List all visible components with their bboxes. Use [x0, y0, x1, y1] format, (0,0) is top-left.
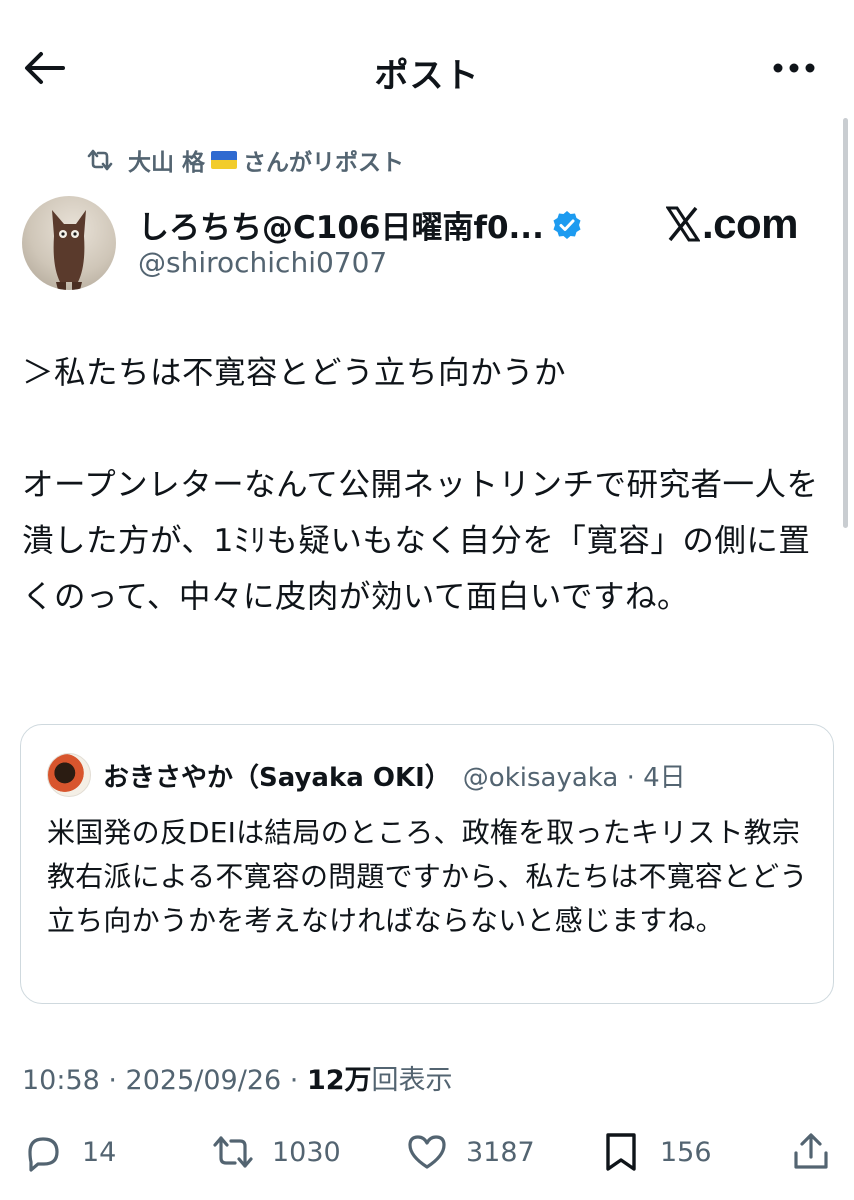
- like-icon: [408, 1135, 446, 1169]
- reposter-name[interactable]: 大山 格: [128, 143, 205, 177]
- bookmark-button[interactable]: 156: [600, 1120, 712, 1184]
- timestamp[interactable]: 10:58 · 2025/09/26 ·: [22, 1065, 307, 1096]
- bookmark-count: 156: [660, 1136, 712, 1168]
- repost-context[interactable]: 大山 格 さんがリポスト: [86, 142, 404, 178]
- watermark-text: com: [713, 200, 799, 247]
- scrollbar[interactable]: [843, 118, 848, 528]
- avatar-figure: [52, 210, 86, 290]
- x-com-watermark: . com: [666, 200, 799, 248]
- ukraine-flag-icon: [211, 151, 238, 169]
- quote-meta: @okisayaka · 4日: [462, 762, 686, 793]
- author-handle[interactable]: @shirochichi0707: [138, 246, 387, 279]
- share-button[interactable]: [790, 1120, 850, 1184]
- author-name-text[interactable]: しろちち@C106日曜南f0...: [138, 202, 544, 247]
- like-count: 3187: [466, 1136, 535, 1168]
- quote-author-name[interactable]: おきさやか（Sayaka OKI）: [103, 757, 451, 794]
- reply-icon: [28, 1137, 59, 1172]
- page-title: ポスト: [374, 56, 480, 96]
- verified-badge-icon: [553, 210, 581, 239]
- view-label: 回表示: [371, 1065, 453, 1096]
- top-bar: ポスト: [0, 0, 854, 130]
- more-button[interactable]: [768, 48, 820, 88]
- tweet-text: ＞私たちは不寛容とどう立ち向かうか オープンレターなんて公開ネットリンチで研究者…: [22, 355, 819, 615]
- repost-button[interactable]: 1030: [212, 1120, 341, 1184]
- x-logo-icon: [666, 206, 700, 242]
- author-name[interactable]: しろちち@C106日曜南f0...: [138, 202, 582, 247]
- like-button[interactable]: 3187: [406, 1120, 535, 1184]
- reply-count: 14: [82, 1136, 117, 1168]
- repost-count: 1030: [272, 1136, 341, 1168]
- quote-avatar[interactable]: [47, 753, 91, 797]
- bookmark-icon: [606, 1133, 636, 1171]
- reply-button[interactable]: 14: [22, 1120, 116, 1184]
- repost-icon: [213, 1136, 253, 1168]
- quote-header: おきさやか（Sayaka OKI） @okisayaka · 4日: [47, 753, 686, 797]
- share-icon: [794, 1133, 828, 1169]
- tweet-meta: 10:58 · 2025/09/26 · 12万回表示: [22, 1058, 453, 1097]
- action-bar: 14 1030 3187 156: [0, 1120, 854, 1184]
- repost-icon: [87, 149, 113, 171]
- quoted-tweet[interactable]: おきさやか（Sayaka OKI） @okisayaka · 4日 米国発の反D…: [20, 724, 834, 1004]
- avatar[interactable]: [22, 196, 116, 290]
- repost-suffix: さんがリポスト: [243, 150, 405, 176]
- more-icon: [773, 63, 815, 73]
- quote-text: 米国発の反DEIは結局のところ、政権を取ったキリスト教宗教右派による不寛容の問題…: [47, 816, 808, 937]
- view-count: 12万: [306, 1065, 372, 1096]
